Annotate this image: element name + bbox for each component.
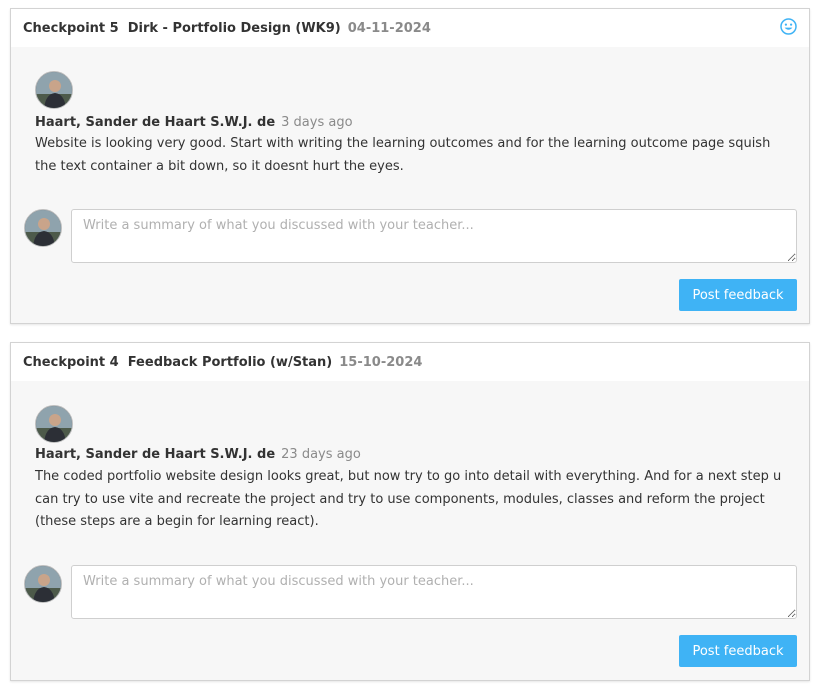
checkpoint-date: 15-10-2024 [339,354,423,370]
checkpoint-date: 04-11-2024 [347,20,431,36]
post-feedback-button[interactable]: Post feedback [679,635,797,667]
time-ago: 23 days ago [281,447,361,462]
summary-input[interactable] [71,209,797,263]
checkpoint-label: Checkpoint 5 [23,20,119,36]
author-name: Haart, Sander de Haart S.W.J. de [35,447,276,462]
checkpoint-header: Checkpoint 4 Feedback Portfolio (w/Stan)… [11,343,809,381]
user-avatar [24,565,62,603]
feedback-page: Checkpoint 5 Dirk - Portfolio Design (WK… [0,0,820,688]
feedback-text: The coded portfolio website design looks… [35,469,782,529]
author-avatar [35,71,73,109]
checkpoint-header: Checkpoint 5 Dirk - Portfolio Design (WK… [11,9,809,47]
feedback-text: Website is looking very good. Start with… [35,136,771,174]
checkpoint-card: Checkpoint 5 Dirk - Portfolio Design (WK… [10,8,810,324]
author-avatar [35,405,73,443]
time-ago: 3 days ago [281,115,353,130]
feedback-meta: Haart, Sander de Haart S.W.J. de 23 days … [35,447,361,462]
summary-input[interactable] [71,565,797,619]
checkpoint-title: Feedback Portfolio (w/Stan) [127,354,333,370]
feedback-meta: Haart, Sander de Haart S.W.J. de 3 days a… [35,115,353,130]
checkpoint-title: Dirk - Portfolio Design (WK9) [127,20,341,36]
post-feedback-button[interactable]: Post feedback [679,279,797,311]
checkpoint-card: Checkpoint 4 Feedback Portfolio (w/Stan)… [10,342,810,681]
user-avatar [24,209,62,247]
smiley-face-icon[interactable] [780,18,797,35]
checkpoint-body: Haart, Sander de Haart S.W.J. de 23 days … [11,381,809,681]
checkpoint-label: Checkpoint 4 [23,354,119,370]
checkpoint-body: Haart, Sander de Haart S.W.J. de 3 days a… [11,47,809,324]
author-name: Haart, Sander de Haart S.W.J. de [35,115,276,130]
